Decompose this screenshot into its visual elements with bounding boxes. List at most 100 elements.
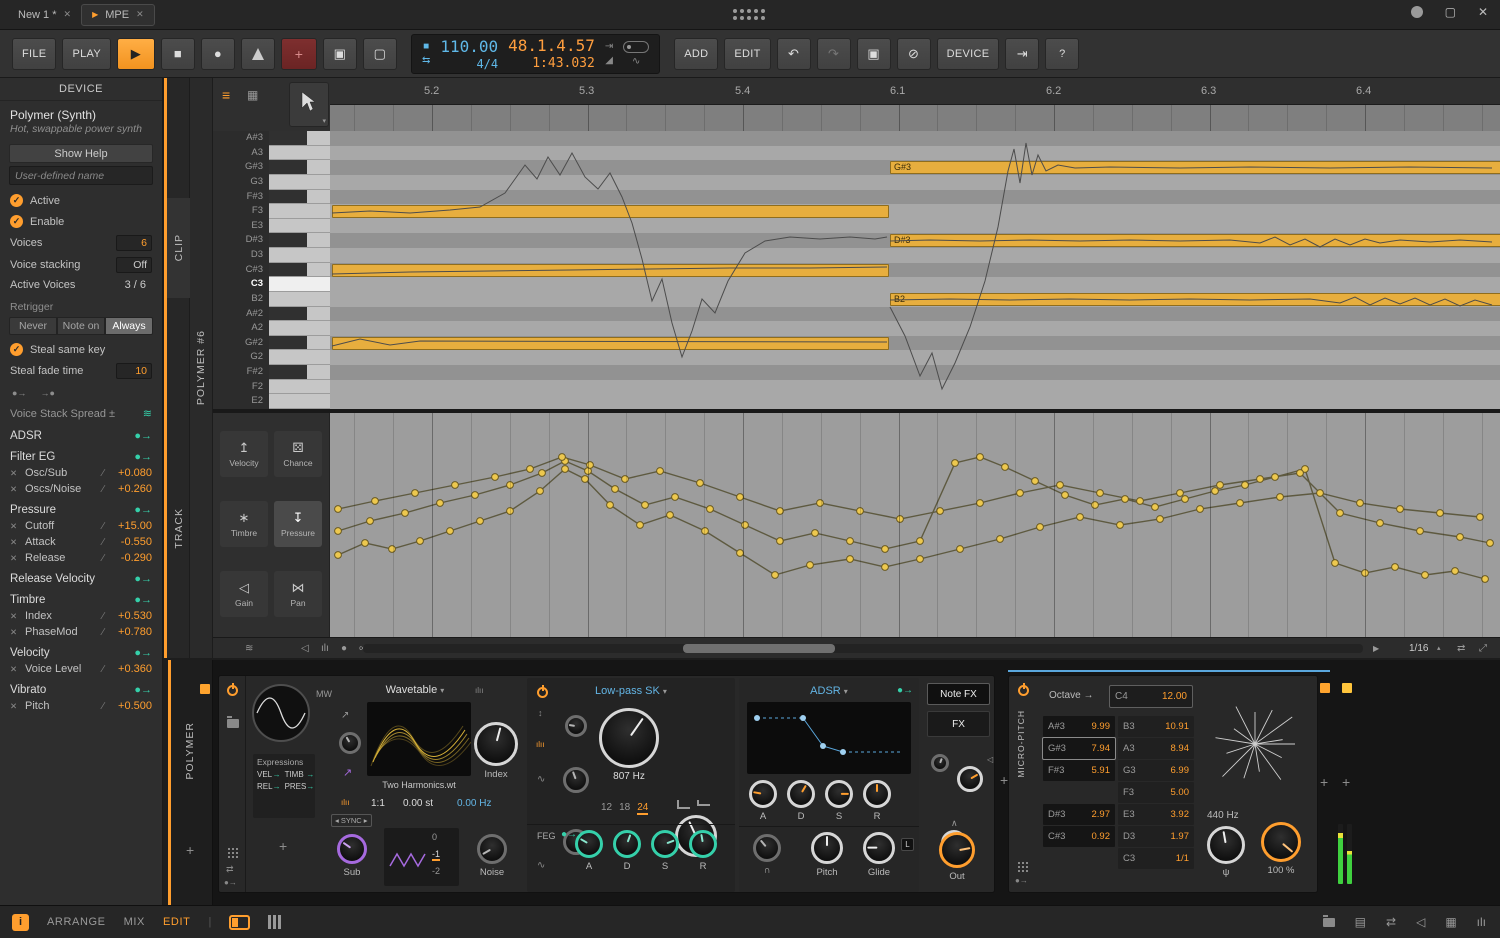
add-modulator-icon[interactable]: + bbox=[279, 838, 287, 854]
segment-option[interactable]: Note on bbox=[57, 317, 105, 335]
mod-target-row[interactable]: ✕Attack∕-0.550 bbox=[0, 534, 162, 550]
automation-point[interactable] bbox=[917, 556, 924, 563]
tuning-cell[interactable]: B310.91 bbox=[1118, 716, 1194, 737]
add-device-icon[interactable]: + bbox=[1342, 774, 1350, 790]
automation-points[interactable] bbox=[330, 413, 1500, 637]
help-button[interactable]: ? bbox=[1045, 38, 1079, 70]
meter-icon[interactable]: ılı bbox=[321, 642, 329, 655]
expression-automation-lane[interactable] bbox=[330, 413, 1500, 637]
piano-key-column[interactable]: A#3A3G#3G3F#3F3E3D#3D3C#3C3B2A#2A2G#2G2F… bbox=[213, 131, 330, 409]
filter-type-selector[interactable]: Low-pass SK ▾ bbox=[565, 685, 697, 697]
automation-point[interactable] bbox=[1277, 494, 1284, 501]
scroll-right-icon[interactable]: ▶ bbox=[1373, 642, 1379, 655]
automation-point[interactable] bbox=[402, 510, 409, 517]
device-polymer[interactable]: ⇄ ●→ MW ↗ ↗ Expressions VEL→TIMB→REL→PRE… bbox=[218, 675, 995, 893]
automation-point[interactable] bbox=[1392, 564, 1399, 571]
automation-point[interactable] bbox=[559, 454, 566, 461]
mod-amount-value[interactable]: +15.00 bbox=[108, 520, 152, 532]
out-route-icon[interactable]: ●→ bbox=[224, 878, 237, 887]
toggle-row[interactable]: ✓Active bbox=[0, 190, 162, 211]
device-grid-icon[interactable] bbox=[228, 848, 230, 850]
automation-point[interactable] bbox=[1487, 540, 1494, 547]
osc-detune-st-value[interactable]: 0.00 st bbox=[403, 798, 433, 809]
layers-icon[interactable]: ≋ bbox=[245, 642, 253, 655]
insert-device-icon[interactable]: + bbox=[1000, 772, 1008, 788]
piano-key[interactable] bbox=[269, 365, 330, 380]
automation-point[interactable] bbox=[812, 530, 819, 537]
remove-icon[interactable]: ✕ bbox=[10, 701, 21, 712]
close-icon[interactable]: ✕ bbox=[64, 9, 72, 20]
automation-point[interactable] bbox=[335, 552, 342, 559]
expression-rel[interactable]: REL→ bbox=[257, 782, 281, 791]
modulator-row[interactable]: Release Velocity●→ bbox=[0, 566, 162, 587]
automation-point[interactable] bbox=[1122, 496, 1129, 503]
automation-point[interactable] bbox=[1297, 470, 1304, 477]
undo-button[interactable]: ↶ bbox=[777, 38, 811, 70]
remove-icon[interactable]: ✕ bbox=[10, 553, 21, 564]
piano-key-row[interactable]: E2 bbox=[213, 394, 330, 409]
automation-point[interactable] bbox=[527, 466, 534, 473]
filter-power-icon[interactable] bbox=[537, 687, 548, 698]
tuning-cell[interactable]: A38.94 bbox=[1118, 738, 1194, 759]
expression-pres[interactable]: PRES→ bbox=[285, 782, 315, 791]
grid-view-icon[interactable]: ▦ bbox=[247, 88, 258, 102]
param-value-box[interactable]: 10 bbox=[116, 363, 152, 379]
sub-octave-option[interactable]: 0 bbox=[432, 832, 437, 842]
env-follow-icon[interactable]: ∧ bbox=[951, 818, 958, 829]
automation-point[interactable] bbox=[335, 506, 342, 513]
time-signature-value[interactable]: 4/4 bbox=[476, 57, 498, 71]
piano-key[interactable] bbox=[269, 263, 330, 278]
voice-out-icon[interactable]: →● bbox=[40, 388, 54, 398]
tuning-cell[interactable]: D#32.97 bbox=[1043, 804, 1115, 825]
filter-env-amount-knob[interactable] bbox=[563, 767, 589, 793]
param-value-box[interactable]: Off bbox=[116, 257, 152, 273]
automation-point[interactable] bbox=[367, 518, 374, 525]
device-name-input[interactable]: User-defined name bbox=[9, 166, 153, 185]
loop-icon[interactable] bbox=[623, 41, 649, 53]
automation-point[interactable] bbox=[977, 500, 984, 507]
automation-point[interactable] bbox=[1212, 488, 1219, 495]
scrollbar-track[interactable] bbox=[363, 644, 1363, 653]
voice-in-icon[interactable]: ●→ bbox=[12, 388, 26, 398]
osc-ratio-value[interactable]: 1:1 bbox=[371, 798, 385, 809]
piano-key[interactable] bbox=[269, 380, 330, 395]
modulator-row[interactable]: ADSR●→ bbox=[0, 423, 162, 444]
panel-toggle-button[interactable]: ⇥ bbox=[1005, 38, 1039, 70]
pitch-knob[interactable] bbox=[811, 832, 843, 864]
remove-icon[interactable]: ✕ bbox=[10, 664, 21, 675]
file-button[interactable]: FILE bbox=[12, 38, 56, 70]
overdub-button[interactable]: ▣ bbox=[323, 38, 357, 70]
sub-octave-selector[interactable]: 0-1-2 bbox=[384, 828, 459, 886]
r-knob[interactable] bbox=[863, 780, 891, 808]
wavetable-display[interactable] bbox=[367, 702, 471, 776]
mod-route-icon[interactable]: ●→ bbox=[134, 504, 152, 516]
automation-point[interactable] bbox=[1397, 506, 1404, 513]
metronome-button[interactable] bbox=[241, 38, 275, 70]
fx-send-knob[interactable] bbox=[931, 754, 949, 772]
automation-point[interactable] bbox=[847, 556, 854, 563]
automation-point[interactable] bbox=[472, 492, 479, 499]
automation-point[interactable] bbox=[447, 528, 454, 535]
device-power-icon[interactable] bbox=[1018, 685, 1029, 696]
piano-key-row[interactable]: F3 bbox=[213, 204, 330, 219]
automation-point[interactable] bbox=[362, 540, 369, 547]
info-button[interactable]: i bbox=[12, 914, 29, 931]
modulator-row[interactable]: Timbre●→ bbox=[0, 587, 162, 608]
param-value-box[interactable]: 6 bbox=[116, 235, 152, 251]
automation-point[interactable] bbox=[389, 546, 396, 553]
project-panel-icon[interactable]: ▤ bbox=[1355, 915, 1366, 929]
piano-key-row[interactable]: E3 bbox=[213, 219, 330, 234]
view-tab-edit[interactable]: EDIT bbox=[163, 916, 190, 928]
slope-icon-a[interactable] bbox=[677, 800, 690, 809]
io-panel-icon[interactable]: ⇄ bbox=[1386, 915, 1396, 929]
automation-point[interactable] bbox=[1377, 520, 1384, 527]
piano-key-row[interactable]: F#3 bbox=[213, 190, 330, 205]
tuning-cell[interactable]: E33.92 bbox=[1118, 804, 1194, 825]
edit-menu-button[interactable]: EDIT bbox=[724, 38, 770, 70]
sync-badge[interactable]: ◂ SYNC ▸ bbox=[331, 814, 372, 827]
record-button[interactable]: ● bbox=[201, 38, 235, 70]
a-knob[interactable] bbox=[575, 830, 603, 858]
mod-amount-value[interactable]: -0.290 bbox=[108, 552, 152, 564]
view-tab-arrange[interactable]: ARRANGE bbox=[47, 916, 106, 928]
amount-value[interactable]: 100 % bbox=[1268, 865, 1295, 876]
